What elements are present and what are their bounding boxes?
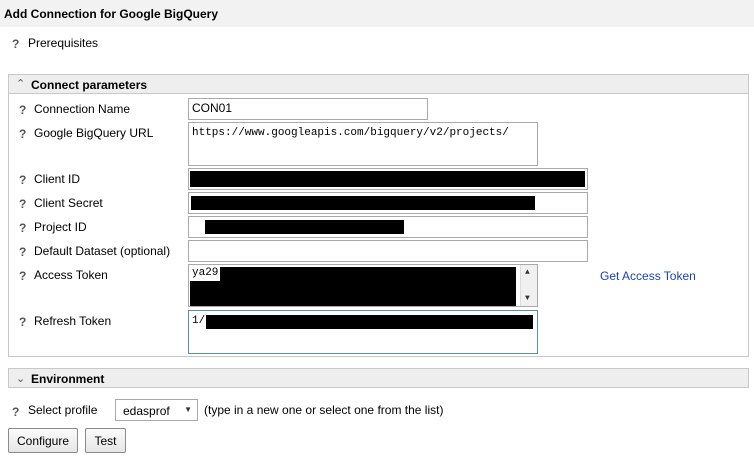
refresh-token-label: Refresh Token <box>34 314 112 328</box>
help-icon-client-id[interactable]: ? <box>19 173 26 187</box>
help-icon-prerequisites[interactable]: ? <box>12 37 19 51</box>
chevron-up-icon: ⌃ <box>16 78 26 90</box>
test-button[interactable]: Test <box>85 428 126 453</box>
get-access-token-link[interactable]: Get Access Token <box>600 269 696 283</box>
project-id-masked-value <box>205 220 404 234</box>
prerequisites-label[interactable]: Prerequisites <box>28 36 98 50</box>
connect-parameters-header[interactable]: ⌃ Connect parameters <box>8 74 749 94</box>
configure-button[interactable]: Configure <box>8 428 78 453</box>
default-dataset-label: Default Dataset (optional) <box>34 244 171 258</box>
help-icon-bigquery-url[interactable]: ? <box>19 127 26 141</box>
refresh-token-masked-value <box>206 315 533 329</box>
client-id-input[interactable] <box>188 168 588 190</box>
access-token-textarea[interactable]: ya29 ▲ ▼ <box>188 264 538 307</box>
help-icon-project-id[interactable]: ? <box>19 221 26 235</box>
access-token-label: Access Token <box>34 268 108 282</box>
chevron-down-icon: ⌄ <box>16 373 26 385</box>
access-token-value: ya29 <box>192 267 219 279</box>
client-id-label: Client ID <box>34 172 81 186</box>
client-secret-masked-value <box>191 196 535 210</box>
help-icon-client-secret[interactable]: ? <box>19 197 26 211</box>
project-id-input[interactable] <box>188 216 588 238</box>
window-title: Add Connection for Google BigQuery <box>4 7 218 21</box>
chevron-down-icon: ▼ <box>184 405 192 414</box>
scroll-up-icon[interactable]: ▲ <box>525 268 530 277</box>
connect-parameters-title: Connect parameters <box>31 78 148 92</box>
connection-name-label: Connection Name <box>34 102 131 116</box>
help-icon-select-profile[interactable]: ? <box>12 405 19 419</box>
client-secret-label: Client Secret <box>34 196 103 210</box>
client-secret-input[interactable] <box>188 192 588 214</box>
help-icon-refresh-token[interactable]: ? <box>19 315 26 329</box>
bigquery-url-textarea[interactable]: https://www.googleapis.com/bigquery/v2/p… <box>188 122 538 166</box>
help-icon-connection-name[interactable]: ? <box>19 103 26 117</box>
access-token-masked-line2 <box>190 281 516 306</box>
help-icon-access-token[interactable]: ? <box>19 269 26 283</box>
refresh-token-value: 1/ <box>192 315 206 327</box>
environment-title: Environment <box>31 372 105 386</box>
refresh-token-textarea[interactable]: 1/ <box>188 310 538 354</box>
environment-header[interactable]: ⌄ Environment <box>8 368 749 388</box>
scroll-down-icon[interactable]: ▼ <box>525 294 530 303</box>
bigquery-url-label: Google BigQuery URL <box>34 126 154 140</box>
default-dataset-input[interactable] <box>188 240 588 262</box>
select-profile-label: Select profile <box>28 403 98 417</box>
profile-select-value: edasprof <box>123 404 170 418</box>
access-token-scrollbar[interactable]: ▲ ▼ <box>520 265 537 306</box>
profile-hint: (type in a new one or select one from th… <box>204 403 444 417</box>
help-icon-default-dataset[interactable]: ? <box>19 245 26 259</box>
access-token-masked-line1 <box>220 267 516 281</box>
project-id-label: Project ID <box>34 220 87 234</box>
profile-select[interactable]: edasprof ▼ <box>115 399 198 421</box>
connection-name-input[interactable]: CON01 <box>188 98 428 120</box>
client-id-masked-value <box>190 171 585 187</box>
